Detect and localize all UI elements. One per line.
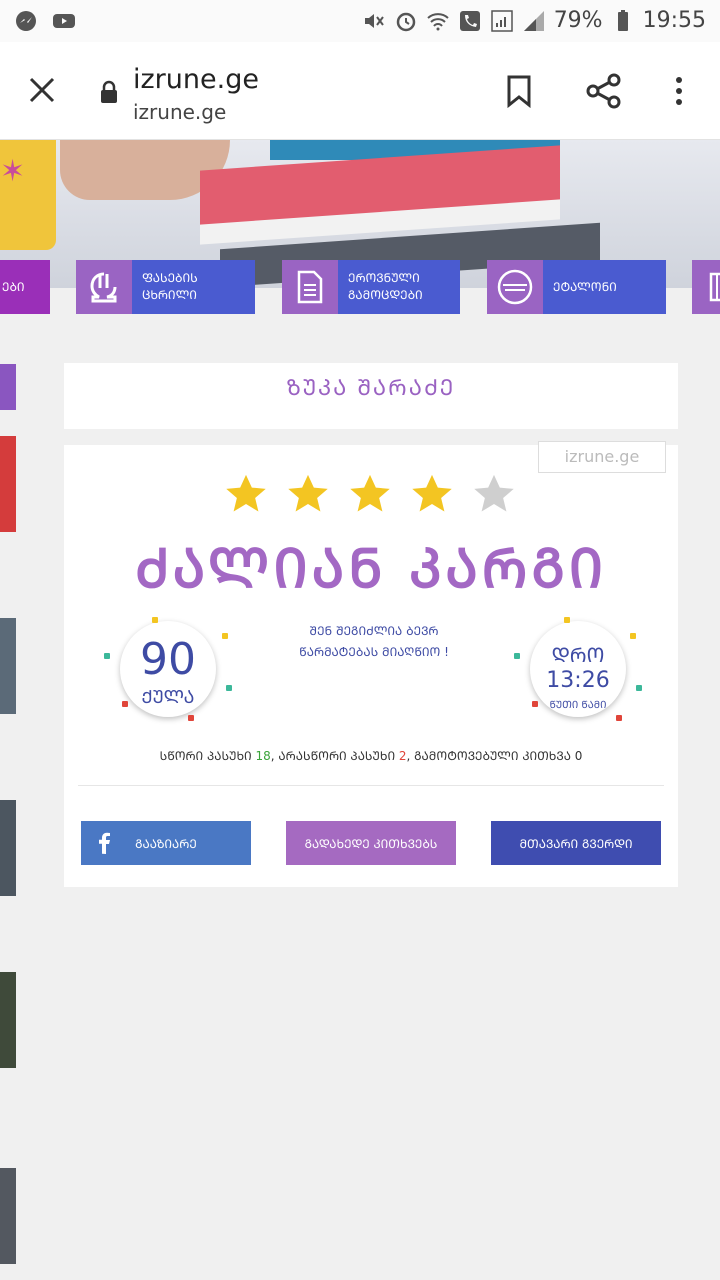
nav-item-prices[interactable]: ᲤᲐᲡᲔᲑᲘᲡ ᲪᲮᲠᲘᲚᲘ bbox=[76, 260, 255, 314]
nav-item-next-partial[interactable] bbox=[692, 260, 720, 314]
page-url[interactable]: izrune.ge bbox=[133, 100, 226, 124]
close-icon[interactable] bbox=[24, 72, 60, 108]
confetti bbox=[636, 685, 642, 691]
confetti bbox=[514, 653, 520, 659]
confetti bbox=[616, 715, 622, 721]
mute-icon bbox=[364, 13, 384, 28]
confetti bbox=[630, 633, 636, 639]
lari-icon bbox=[90, 272, 117, 303]
time-label: ᲓᲠᲝ bbox=[551, 643, 605, 667]
confetti bbox=[222, 633, 228, 639]
category-nav: ᲔᲑᲘ ᲤᲐᲡᲔᲑᲘᲡ ᲪᲮᲠᲘᲚᲘ ᲔᲠᲝᲕᲜᲣᲚᲘ ᲒᲐᲛᲝᲪᲓᲔᲑᲘ ᲔᲢᲐᲚ… bbox=[0, 260, 720, 314]
clock: 19:55 bbox=[642, 8, 706, 33]
document-icon bbox=[297, 270, 323, 304]
home-page-button[interactable]: ᲛᲗᲐᲕᲐᲠᲘ ᲒᲕᲔᲠᲓᲘ bbox=[491, 821, 661, 865]
more-options-icon[interactable] bbox=[669, 74, 689, 108]
confetti bbox=[122, 701, 128, 707]
review-button-label: ᲒᲐᲓᲐᲮᲔᲓᲔ ᲙᲘᲗᲮᲕᲔᲑᲡ bbox=[304, 836, 438, 851]
wrong-label: , ᲐᲠᲐᲡᲬᲝᲠᲘ ᲞᲐᲡᲣᲮᲘ bbox=[270, 749, 396, 763]
correct-count: 18 bbox=[255, 749, 271, 763]
review-questions-button[interactable]: ᲒᲐᲓᲐᲮᲔᲓᲔ ᲙᲘᲗᲮᲕᲔᲑᲡ bbox=[286, 821, 456, 865]
signal-icon bbox=[490, 9, 513, 32]
nav-label-line1: ᲔᲠᲝᲕᲜᲣᲚᲘ bbox=[348, 271, 420, 285]
logo-figure: ✶ bbox=[0, 154, 26, 189]
score-unit: ᲥᲣᲚᲐ bbox=[141, 687, 195, 708]
star-filled-icon bbox=[226, 474, 266, 512]
star-filled-icon bbox=[412, 474, 452, 512]
rating-label: ᲫᲐᲚᲘᲐᲜ ᲙᲐᲠᲒᲘ bbox=[134, 537, 608, 600]
facebook-icon bbox=[99, 832, 110, 854]
nav-item-label: ᲔᲑᲘ bbox=[2, 279, 25, 294]
wrong-count: 2 bbox=[398, 749, 407, 763]
browser-toolbar: izrune.ge izrune.ge bbox=[0, 42, 720, 140]
star-filled-icon bbox=[288, 474, 328, 512]
confetti bbox=[152, 617, 158, 623]
nav-label-line2: ᲒᲐᲛᲝᲪᲓᲔᲑᲘ bbox=[348, 288, 423, 302]
rating-stars bbox=[224, 473, 516, 515]
star-empty-icon bbox=[474, 474, 514, 512]
score-value: 90 bbox=[140, 634, 196, 685]
confetti bbox=[564, 617, 570, 623]
confetti bbox=[188, 715, 194, 721]
nav-item-national-exams[interactable]: ᲔᲠᲝᲕᲜᲣᲚᲘ ᲒᲐᲛᲝᲪᲓᲔᲑᲘ bbox=[282, 260, 460, 314]
bookmark-icon[interactable] bbox=[503, 74, 535, 108]
watermark: izrune.ge bbox=[538, 441, 666, 473]
correct-label: ᲡᲬᲝᲠᲘ ᲞᲐᲡᲣᲮᲘ bbox=[159, 749, 252, 763]
status-bar: 79% 19:55 bbox=[0, 0, 720, 42]
left-sidebar-partial bbox=[0, 330, 16, 1270]
share-icon[interactable] bbox=[585, 72, 623, 110]
skipped-count: 0 bbox=[574, 749, 583, 763]
student-name-card: ᲖᲣᲙᲐ ᲨᲐᲠᲐᲫᲔ bbox=[64, 363, 678, 429]
share-facebook-button[interactable]: ᲒᲐᲐᲖᲘᲐᲠᲔ bbox=[81, 821, 251, 865]
book-icon bbox=[709, 272, 720, 302]
sidebar-thumb[interactable] bbox=[0, 1168, 16, 1264]
time-badge: ᲓᲠᲝ 13:26 ᲬᲣᲗᲘ ᲬᲐᲛᲘ bbox=[530, 621, 626, 717]
page-title: izrune.ge bbox=[133, 64, 259, 95]
etalon-icon bbox=[497, 269, 533, 305]
time-value: 13:26 bbox=[546, 668, 610, 693]
time-unit: ᲬᲣᲗᲘ ᲬᲐᲛᲘ bbox=[549, 700, 607, 711]
encouragement-message: ᲨᲔᲜ ᲨᲔᲒᲘᲫᲚᲘᲐ ᲑᲔᲕᲠ ᲬᲐᲠᲛᲐᲢᲔᲑᲐᲡ ᲛᲘᲐᲦᲬᲘᲝ ! bbox=[254, 621, 494, 663]
call-icon bbox=[459, 10, 480, 31]
sidebar-thumb[interactable] bbox=[0, 800, 16, 896]
score-badge: 90 ᲥᲣᲚᲐ bbox=[120, 621, 216, 717]
battery-icon bbox=[617, 9, 628, 31]
confetti bbox=[226, 685, 232, 691]
sidebar-thumb[interactable] bbox=[0, 618, 16, 714]
youtube-icon bbox=[53, 14, 75, 28]
sidebar-thumb[interactable] bbox=[0, 436, 16, 532]
star-filled-icon bbox=[350, 474, 390, 512]
divider bbox=[78, 785, 664, 786]
message-line1: ᲨᲔᲜ ᲨᲔᲒᲘᲫᲚᲘᲐ ᲑᲔᲕᲠ bbox=[309, 624, 439, 638]
result-card: izrune.ge ᲫᲐᲚᲘᲐᲜ ᲙᲐᲠᲒᲘ 90 ᲥᲣᲚᲐ ᲨᲔᲜ ᲨᲔᲒᲘᲫ… bbox=[64, 441, 678, 887]
confetti bbox=[532, 701, 538, 707]
nav-item-partial[interactable]: ᲔᲑᲘ bbox=[0, 260, 50, 314]
signal-strength-icon bbox=[523, 10, 544, 31]
home-button-label: ᲛᲗᲐᲕᲐᲠᲘ ᲒᲕᲔᲠᲓᲘ bbox=[519, 836, 633, 851]
nav-item-etalon[interactable]: ᲔᲢᲐᲚᲝᲜᲘ bbox=[487, 260, 666, 314]
lock-icon bbox=[101, 80, 117, 103]
sidebar-thumb[interactable] bbox=[0, 364, 16, 410]
confetti bbox=[104, 653, 110, 659]
nav-item-label: ᲔᲢᲐᲚᲝᲜᲘ bbox=[553, 279, 617, 294]
skipped-label: , ᲒᲐᲛᲝᲢᲝᲕᲔᲑᲣᲚᲘ ᲙᲘᲗᲮᲕᲐ bbox=[406, 749, 571, 763]
battery-percent: 79% bbox=[553, 8, 603, 33]
message-line2: ᲬᲐᲠᲛᲐᲢᲔᲑᲐᲡ ᲛᲘᲐᲦᲬᲘᲝ ! bbox=[299, 645, 449, 659]
sidebar-thumb[interactable] bbox=[0, 972, 16, 1068]
nav-label-line2: ᲪᲮᲠᲘᲚᲘ bbox=[142, 288, 197, 302]
alarm-icon bbox=[396, 12, 415, 31]
share-button-label: ᲒᲐᲐᲖᲘᲐᲠᲔ bbox=[135, 836, 197, 851]
wifi-icon bbox=[427, 12, 449, 30]
student-name: ᲖᲣᲙᲐ ᲨᲐᲠᲐᲫᲔ bbox=[286, 376, 456, 401]
nav-label-line1: ᲤᲐᲡᲔᲑᲘᲡ bbox=[142, 271, 198, 285]
answers-summary: ᲡᲬᲝᲠᲘ ᲞᲐᲡᲣᲮᲘ 18, ᲐᲠᲐᲡᲬᲝᲠᲘ ᲞᲐᲡᲣᲮᲘ 2, ᲒᲐᲛᲝ… bbox=[64, 747, 678, 764]
messenger-icon bbox=[16, 11, 36, 31]
